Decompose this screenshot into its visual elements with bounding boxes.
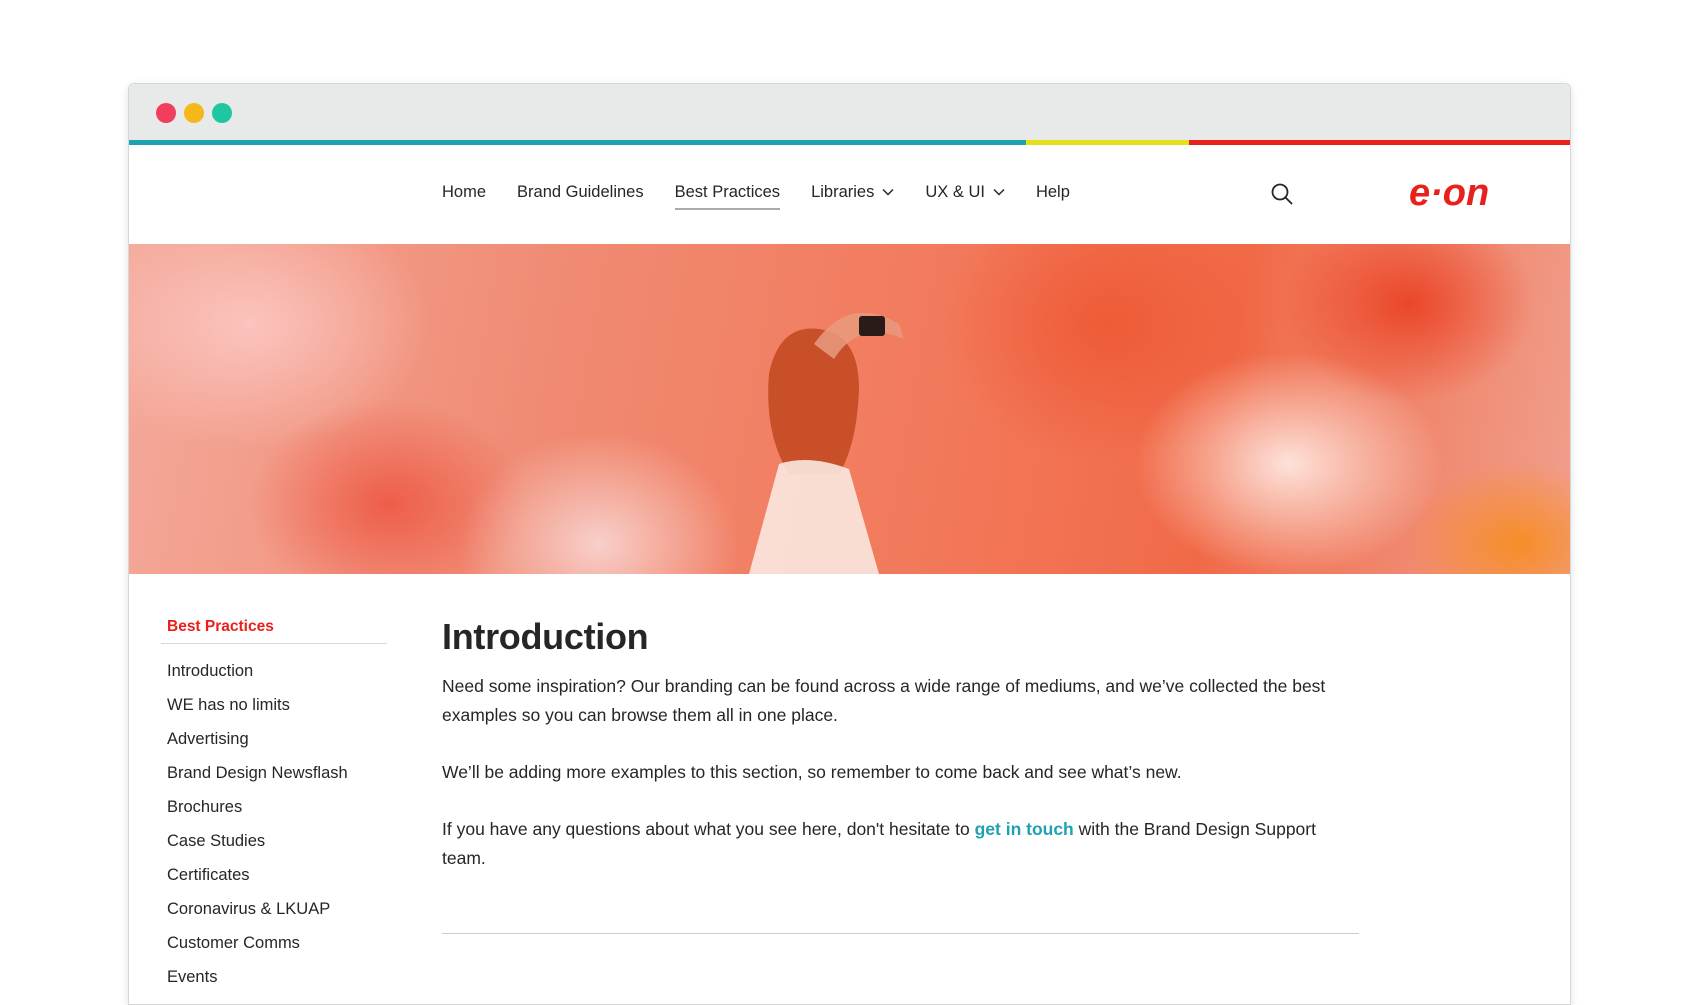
nav-item-label: Help <box>1035 182 1070 201</box>
window-titlebar <box>129 84 1570 140</box>
sidebar-item-advertising[interactable]: Advertising <box>161 722 387 756</box>
browser-window: Home Brand Guidelines Best Practices Lib… <box>128 83 1571 1005</box>
page-title: Introduction <box>442 616 649 657</box>
sidebar-heading[interactable]: Best Practices <box>161 618 387 644</box>
top-navigation: Home Brand Guidelines Best Practices Lib… <box>129 145 1570 241</box>
intro-paragraph-2: We’ll be adding more examples to this se… <box>442 762 1182 782</box>
intro-paragraph-3: If you have any questions about what you… <box>442 815 1362 873</box>
svg-text:e·on: e·on <box>1409 173 1489 214</box>
sidebar-item-brand-design-newsflash[interactable]: Brand Design Newsflash <box>161 756 387 790</box>
sidebar-item-case-studies[interactable]: Case Studies <box>161 824 387 858</box>
close-window-button[interactable] <box>156 103 176 123</box>
nav-item-help[interactable]: Help <box>1036 183 1070 204</box>
sidebar-item-brochures[interactable]: Brochures <box>161 790 387 824</box>
nav-item-label: UX & UI <box>925 182 985 201</box>
paragraph-text: If you have any questions about what you… <box>442 819 975 839</box>
eon-logo[interactable]: e·on <box>1407 173 1517 215</box>
sidebar-item-coronavirus-lkuap[interactable]: Coronavirus & LKUAP <box>161 892 387 926</box>
nav-item-label: Best Practices <box>674 182 781 201</box>
sidebar-item-we-has-no-limits[interactable]: WE has no limits <box>161 688 387 722</box>
sidebar-nav: Best Practices Introduction WE has no li… <box>161 618 387 994</box>
nav-item-ux-ui[interactable]: UX & UI <box>925 183 1005 204</box>
nav-item-brand-guidelines[interactable]: Brand Guidelines <box>517 183 644 204</box>
chevron-down-icon <box>993 188 1005 196</box>
content-divider <box>442 933 1359 934</box>
chevron-down-icon <box>882 188 894 196</box>
sidebar-item-introduction[interactable]: Introduction <box>161 654 387 688</box>
intro-paragraph-1: Need some inspiration? Our branding can … <box>442 676 1326 725</box>
hero-photo-figure <box>749 312 904 574</box>
sidebar-item-certificates[interactable]: Certificates <box>161 858 387 892</box>
nav-item-libraries[interactable]: Libraries <box>811 183 894 204</box>
sidebar-item-customer-comms[interactable]: Customer Comms <box>161 926 387 960</box>
search-icon[interactable] <box>1270 182 1294 206</box>
nav-item-best-practices[interactable]: Best Practices <box>674 182 781 210</box>
nav-item-label: Home <box>442 182 487 201</box>
minimize-window-button[interactable] <box>184 103 204 123</box>
main-content: Introduction Need some inspiration? Our … <box>442 616 1362 901</box>
maximize-window-button[interactable] <box>212 103 232 123</box>
get-in-touch-link[interactable]: get in touch <box>975 819 1074 839</box>
nav-item-label: Libraries <box>811 182 875 201</box>
nav-menu: Home Brand Guidelines Best Practices Lib… <box>442 145 1101 241</box>
sidebar-item-events[interactable]: Events <box>161 960 387 994</box>
nav-item-label: Brand Guidelines <box>517 182 644 201</box>
hero-banner-image <box>129 244 1570 574</box>
nav-item-home[interactable]: Home <box>442 183 486 204</box>
